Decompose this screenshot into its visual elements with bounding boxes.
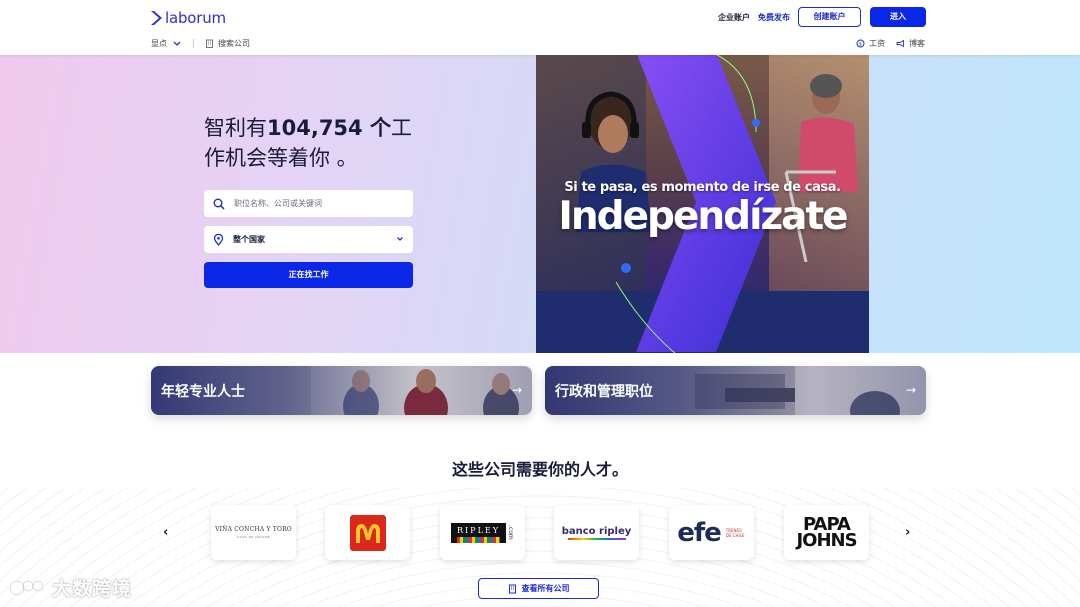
highlights-menu[interactable]: 显点 bbox=[151, 38, 186, 49]
banco-ripley-wordmark: banco ripley bbox=[561, 525, 632, 540]
company-logo-concha-y-toro[interactable]: VIÑA CONCHA Y TORO CASA DE ORIGEN bbox=[211, 505, 296, 560]
job-search-placeholder: 职位名称、公司或关键词 bbox=[234, 199, 322, 208]
enterprise-account-link[interactable]: 企业账户 bbox=[718, 12, 750, 23]
free-post-link[interactable]: 免费发布 bbox=[758, 12, 790, 23]
laborum-logo[interactable]: laborum bbox=[150, 9, 226, 27]
location-select[interactable]: 整个国家 bbox=[204, 226, 413, 253]
logo-chevron-icon bbox=[151, 11, 162, 25]
blog-label: 博客 bbox=[909, 39, 925, 48]
company-logo-papa-johns[interactable]: PAPA JOHNS bbox=[784, 505, 869, 560]
company-logo-ripley[interactable]: RIPLEY .com bbox=[440, 505, 525, 560]
category-label: 行政和管理职位 bbox=[555, 384, 653, 400]
svg-text:$: $ bbox=[859, 42, 862, 48]
hero-title-prefix: 智利有 bbox=[204, 116, 267, 140]
carousel-next-button[interactable]: › bbox=[905, 525, 910, 540]
building-icon bbox=[206, 39, 213, 48]
papa-johns-wordmark: PAPA JOHNS bbox=[796, 515, 857, 551]
company-logo-banco-ripley[interactable]: banco ripley bbox=[554, 505, 639, 560]
salary-label: 工资 bbox=[869, 39, 885, 48]
megaphone-icon bbox=[896, 39, 904, 48]
companies-section-title: 这些公司需要你的人才。 bbox=[451, 460, 628, 479]
logo-line1: VIÑA CONCHA Y TORO bbox=[215, 526, 292, 533]
job-search-input[interactable]: 职位名称、公司或关键词 bbox=[204, 190, 413, 217]
search-companies-link[interactable]: 搜索公司 bbox=[205, 38, 250, 49]
blog-link[interactable]: 博客 bbox=[896, 38, 925, 49]
hero-title-count: 104,754 个 bbox=[267, 116, 391, 140]
highlights-label: 显点 bbox=[151, 39, 167, 48]
chevron-down-icon bbox=[173, 41, 181, 46]
mcdonalds-mark bbox=[349, 514, 386, 551]
ripley-wordmark: RIPLEY .com bbox=[451, 522, 514, 543]
company-logo-mcdonalds[interactable] bbox=[325, 505, 410, 560]
category-card-young-professionals[interactable]: 年轻专业人士 → bbox=[151, 366, 532, 415]
watermark-logo-icon bbox=[8, 579, 45, 596]
ripley-box: RIPLEY bbox=[451, 522, 506, 543]
ripley-suffix: .com bbox=[507, 525, 514, 540]
company-logo-efe[interactable]: efe TRENES DE CHILE bbox=[669, 505, 754, 560]
subnav-divider bbox=[193, 39, 194, 48]
chevron-down-icon bbox=[397, 237, 403, 241]
building-icon bbox=[508, 584, 516, 593]
category-label: 年轻专业人士 bbox=[161, 384, 245, 400]
logo-line2: CASA DE ORIGEN bbox=[236, 535, 271, 539]
view-all-companies-button[interactable]: 查看所有公司 bbox=[478, 578, 599, 599]
efe-subtitle: TRENES DE CHILE bbox=[725, 527, 745, 538]
watermark: 大数跨境 bbox=[8, 574, 132, 601]
carousel-prev-button[interactable]: ‹ bbox=[163, 525, 168, 540]
banner-title: Independízate bbox=[558, 194, 848, 239]
search-icon bbox=[213, 198, 225, 210]
coin-icon: $ bbox=[856, 39, 865, 48]
logo-text: laborum bbox=[165, 9, 226, 27]
banner-subtitle: Si te pasa, es momento de irse de casa. bbox=[564, 180, 841, 195]
hero-title: 智利有104,754 个工作机会等着你 。 bbox=[204, 113, 414, 173]
category-card-administrative[interactable]: 行政和管理职位 → bbox=[545, 366, 926, 415]
banco-ripley-underline bbox=[567, 537, 626, 540]
login-button[interactable]: 进入 bbox=[870, 7, 926, 27]
efe-text: efe bbox=[677, 517, 722, 548]
view-all-label: 查看所有公司 bbox=[521, 584, 570, 593]
johns-text: JOHNS bbox=[796, 529, 857, 551]
promo-banner[interactable]: Si te pasa, es momento de irse de casa. … bbox=[536, 52, 869, 353]
location-pin-icon bbox=[213, 233, 224, 246]
concha-y-toro-wordmark: VIÑA CONCHA Y TORO CASA DE ORIGEN bbox=[215, 526, 292, 539]
ripley-text: RIPLEY bbox=[457, 525, 500, 535]
efe-wordmark: efe TRENES DE CHILE bbox=[677, 518, 746, 548]
watermark-text: 大数跨境 bbox=[52, 578, 133, 600]
arrow-right-icon: → bbox=[511, 383, 522, 397]
salary-link[interactable]: $ 工资 bbox=[856, 38, 885, 49]
location-value: 整个国家 bbox=[233, 235, 265, 244]
ripley-stripes bbox=[457, 536, 500, 543]
search-companies-label: 搜索公司 bbox=[218, 39, 250, 48]
create-account-button[interactable]: 创建账户 bbox=[798, 7, 861, 27]
golden-arches-icon bbox=[355, 523, 380, 543]
banco-ripley-text: banco ripley bbox=[561, 525, 632, 537]
arrow-right-icon: → bbox=[905, 383, 916, 397]
top-header: laborum 企业账户 免费发布 创建账户 进入 显点 搜索公司 $ 工资 博… bbox=[0, 0, 1080, 55]
find-jobs-button[interactable]: 正在找工作 bbox=[204, 262, 413, 288]
